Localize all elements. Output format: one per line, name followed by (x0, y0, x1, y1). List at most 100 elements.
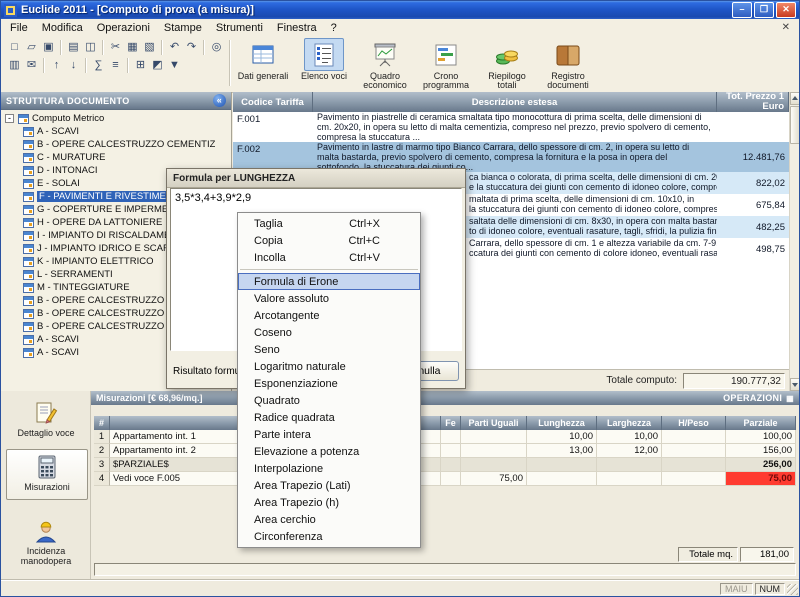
tree-item-a-scavi[interactable]: A - SCAVI (1, 125, 231, 138)
resize-grip[interactable] (787, 584, 798, 595)
save-icon[interactable]: ▣ (40, 39, 57, 55)
menu-item[interactable]: ? (324, 21, 344, 35)
scroll-thumb[interactable] (790, 106, 800, 144)
tree-expander-icon[interactable]: - (5, 114, 14, 123)
measure-column-fe[interactable]: Fe (441, 416, 461, 430)
menu-finestra[interactable]: Finestra (270, 21, 324, 35)
tree-item-b-opere-calcestruzzo-cementiz[interactable]: B - OPERE CALCESTRUZZO CEMENTIZ (1, 138, 231, 151)
measure-column-parziale[interactable]: Parziale (726, 416, 796, 430)
context-menu-item-esponenziazione[interactable]: Esponenziazione (238, 375, 420, 392)
search-icon[interactable]: ◎ (208, 39, 225, 55)
measure-cell: 10,00 (597, 430, 662, 444)
context-menu-item-circonferenza[interactable]: Circonferenza (238, 528, 420, 545)
nav-incidenza-manodopera[interactable]: Incidenza manodopera (6, 517, 86, 569)
context-menu-item-valore-assoluto[interactable]: Valore assoluto (238, 290, 420, 307)
elenco-icon (304, 38, 344, 71)
print-list-icon[interactable]: ▥ (6, 57, 23, 73)
tree-item-label: C - MURATURE (37, 152, 105, 163)
paste-icon[interactable]: ▧ (141, 39, 158, 55)
collapse-panel-icon[interactable]: « (213, 94, 226, 107)
undo-icon[interactable]: ↶ (166, 39, 183, 55)
context-menu-item-quadrato[interactable]: Quadrato (238, 392, 420, 409)
menu-modifica[interactable]: Modifica (35, 21, 90, 35)
grid-icon[interactable]: ⊞ (132, 57, 149, 73)
dialog-titlebar[interactable]: Formula per LUNGHEZZA (167, 169, 465, 188)
context-menu-item-copia[interactable]: CopiaCtrl+C (238, 232, 420, 249)
context-menu-item-area-cerchio[interactable]: Area cerchio (238, 511, 420, 528)
close-button[interactable]: ✕ (776, 2, 796, 18)
context-menu-item-interpolazione[interactable]: Interpolazione (238, 460, 420, 477)
scroll-down-icon[interactable] (790, 378, 800, 391)
measure-column-lunghezza[interactable]: Lunghezza (527, 416, 597, 430)
context-menu-item-formula-di-erone[interactable]: Formula di Erone (238, 273, 420, 290)
mdi-close-icon[interactable]: ✕ (779, 22, 793, 33)
context-menu-item-coseno[interactable]: Coseno (238, 324, 420, 341)
context-menu-item-logaritmo-naturale[interactable]: Logaritmo naturale (238, 358, 420, 375)
restore-button[interactable]: ❐ (754, 2, 774, 18)
copy-icon[interactable]: ▦ (124, 39, 141, 55)
notes-field[interactable] (94, 563, 796, 576)
measure-column-parti-uguali[interactable]: Parti Uguali (461, 416, 527, 430)
note-icon (6, 399, 86, 427)
context-menu-item-parte-intera[interactable]: Parte intera (238, 426, 420, 443)
column-header-prezzo[interactable]: Tot. Prezzo 1 Euro (717, 92, 789, 112)
column-header-descrizione[interactable]: Descrizione estesa (313, 92, 717, 112)
toolbar-riepilogo-totali-button[interactable]: Riepilogo totali (479, 38, 535, 90)
vertical-scrollbar[interactable] (789, 92, 799, 391)
menu-item-label: Taglia (254, 218, 283, 230)
measure-cell: 100,00 (726, 430, 796, 444)
new-document-icon[interactable]: □ (6, 39, 23, 55)
scroll-up-icon[interactable] (790, 92, 800, 105)
measure-column-item[interactable]: # (94, 416, 110, 430)
measure-row-2[interactable]: 2Appartamento int. 213,0012,00156,00 (94, 444, 796, 458)
app-icon (4, 4, 17, 17)
context-menu-item-incolla[interactable]: IncollaCtrl+V (238, 249, 420, 266)
toolbar-registro-documenti-button[interactable]: Registro documenti (540, 38, 596, 90)
print-preview-icon[interactable]: ◫ (82, 39, 99, 55)
measure-column-larghezza[interactable]: Larghezza (597, 416, 662, 430)
move-down-icon[interactable]: ↓ (65, 57, 82, 73)
list-view-icon[interactable]: ≡ (107, 57, 124, 73)
measure-cell: 4 (94, 472, 110, 486)
toolbar-divider (229, 40, 231, 86)
menu-file[interactable]: File (3, 21, 35, 35)
toolbar-elenco-voci-button[interactable]: Elenco voci (296, 38, 352, 90)
menu-operazioni[interactable]: Operazioni (90, 21, 157, 35)
riepilogo-icon (487, 38, 527, 71)
tree-node-icon (23, 335, 34, 345)
context-menu-item-arcotangente[interactable]: Arcotangente (238, 307, 420, 324)
nav-dettaglio-voce[interactable]: Dettaglio voce (6, 399, 86, 442)
menu-stampe[interactable]: Stampe (157, 21, 209, 35)
move-up-icon[interactable]: ↑ (48, 57, 65, 73)
toolbar-dati-generali-button[interactable]: Dati generali (235, 38, 291, 90)
measure-row-4[interactable]: 4Vedi voce F.00575,0075,00 (94, 472, 796, 486)
tree-item-c-murature[interactable]: C - MURATURE (1, 151, 231, 164)
palette-icon[interactable]: ◩ (149, 57, 166, 73)
voci-row-f-001[interactable]: F.001Pavimento in piastrelle di ceramica… (233, 112, 789, 142)
menu-strumenti[interactable]: Strumenti (209, 21, 270, 35)
print-icon[interactable]: ▤ (65, 39, 82, 55)
measure-row-1[interactable]: 1Appartamento int. 110,0010,00100,00 (94, 430, 796, 444)
cut-icon[interactable]: ✂ (107, 39, 124, 55)
context-menu-item-elevazione-a-potenza[interactable]: Elevazione a potenza (238, 443, 420, 460)
measure-row-3[interactable]: 3$PARZIALE$256,00 (94, 458, 796, 472)
context-menu-item-radice-quadrata[interactable]: Radice quadrata (238, 409, 420, 426)
open-folder-icon[interactable]: ▱ (23, 39, 40, 55)
toolbar-quadro-economico-button[interactable]: Quadro economico (357, 38, 413, 90)
filter-icon[interactable]: ▼ (166, 57, 183, 73)
context-menu-item-taglia[interactable]: TagliaCtrl+X (238, 215, 420, 232)
minimize-button[interactable]: – (732, 2, 752, 18)
operazioni-button[interactable]: OPERAZIONI ▦ (723, 393, 794, 403)
context-menu-item-area-trapezio-lati[interactable]: Area Trapezio (Lati) (238, 477, 420, 494)
measure-column-h-peso[interactable]: H/Peso (662, 416, 726, 430)
structure-panel-header: STRUTTURA DOCUMENTO « (1, 92, 231, 110)
sum-icon[interactable]: ∑ (90, 57, 107, 73)
column-header-codice-tariffa[interactable]: Codice Tariffa (233, 92, 313, 112)
tree-item-computo-metrico[interactable]: -Computo Metrico (1, 112, 231, 125)
toolbar-crono-programma-button[interactable]: Crono programma (418, 38, 474, 90)
redo-icon[interactable]: ↷ (183, 39, 200, 55)
context-menu-item-area-trapezio-h[interactable]: Area Trapezio (h) (238, 494, 420, 511)
send-mail-icon[interactable]: ✉ (23, 57, 40, 73)
nav-misurazioni[interactable]: Misurazioni (6, 449, 88, 500)
context-menu-item-seno[interactable]: Seno (238, 341, 420, 358)
